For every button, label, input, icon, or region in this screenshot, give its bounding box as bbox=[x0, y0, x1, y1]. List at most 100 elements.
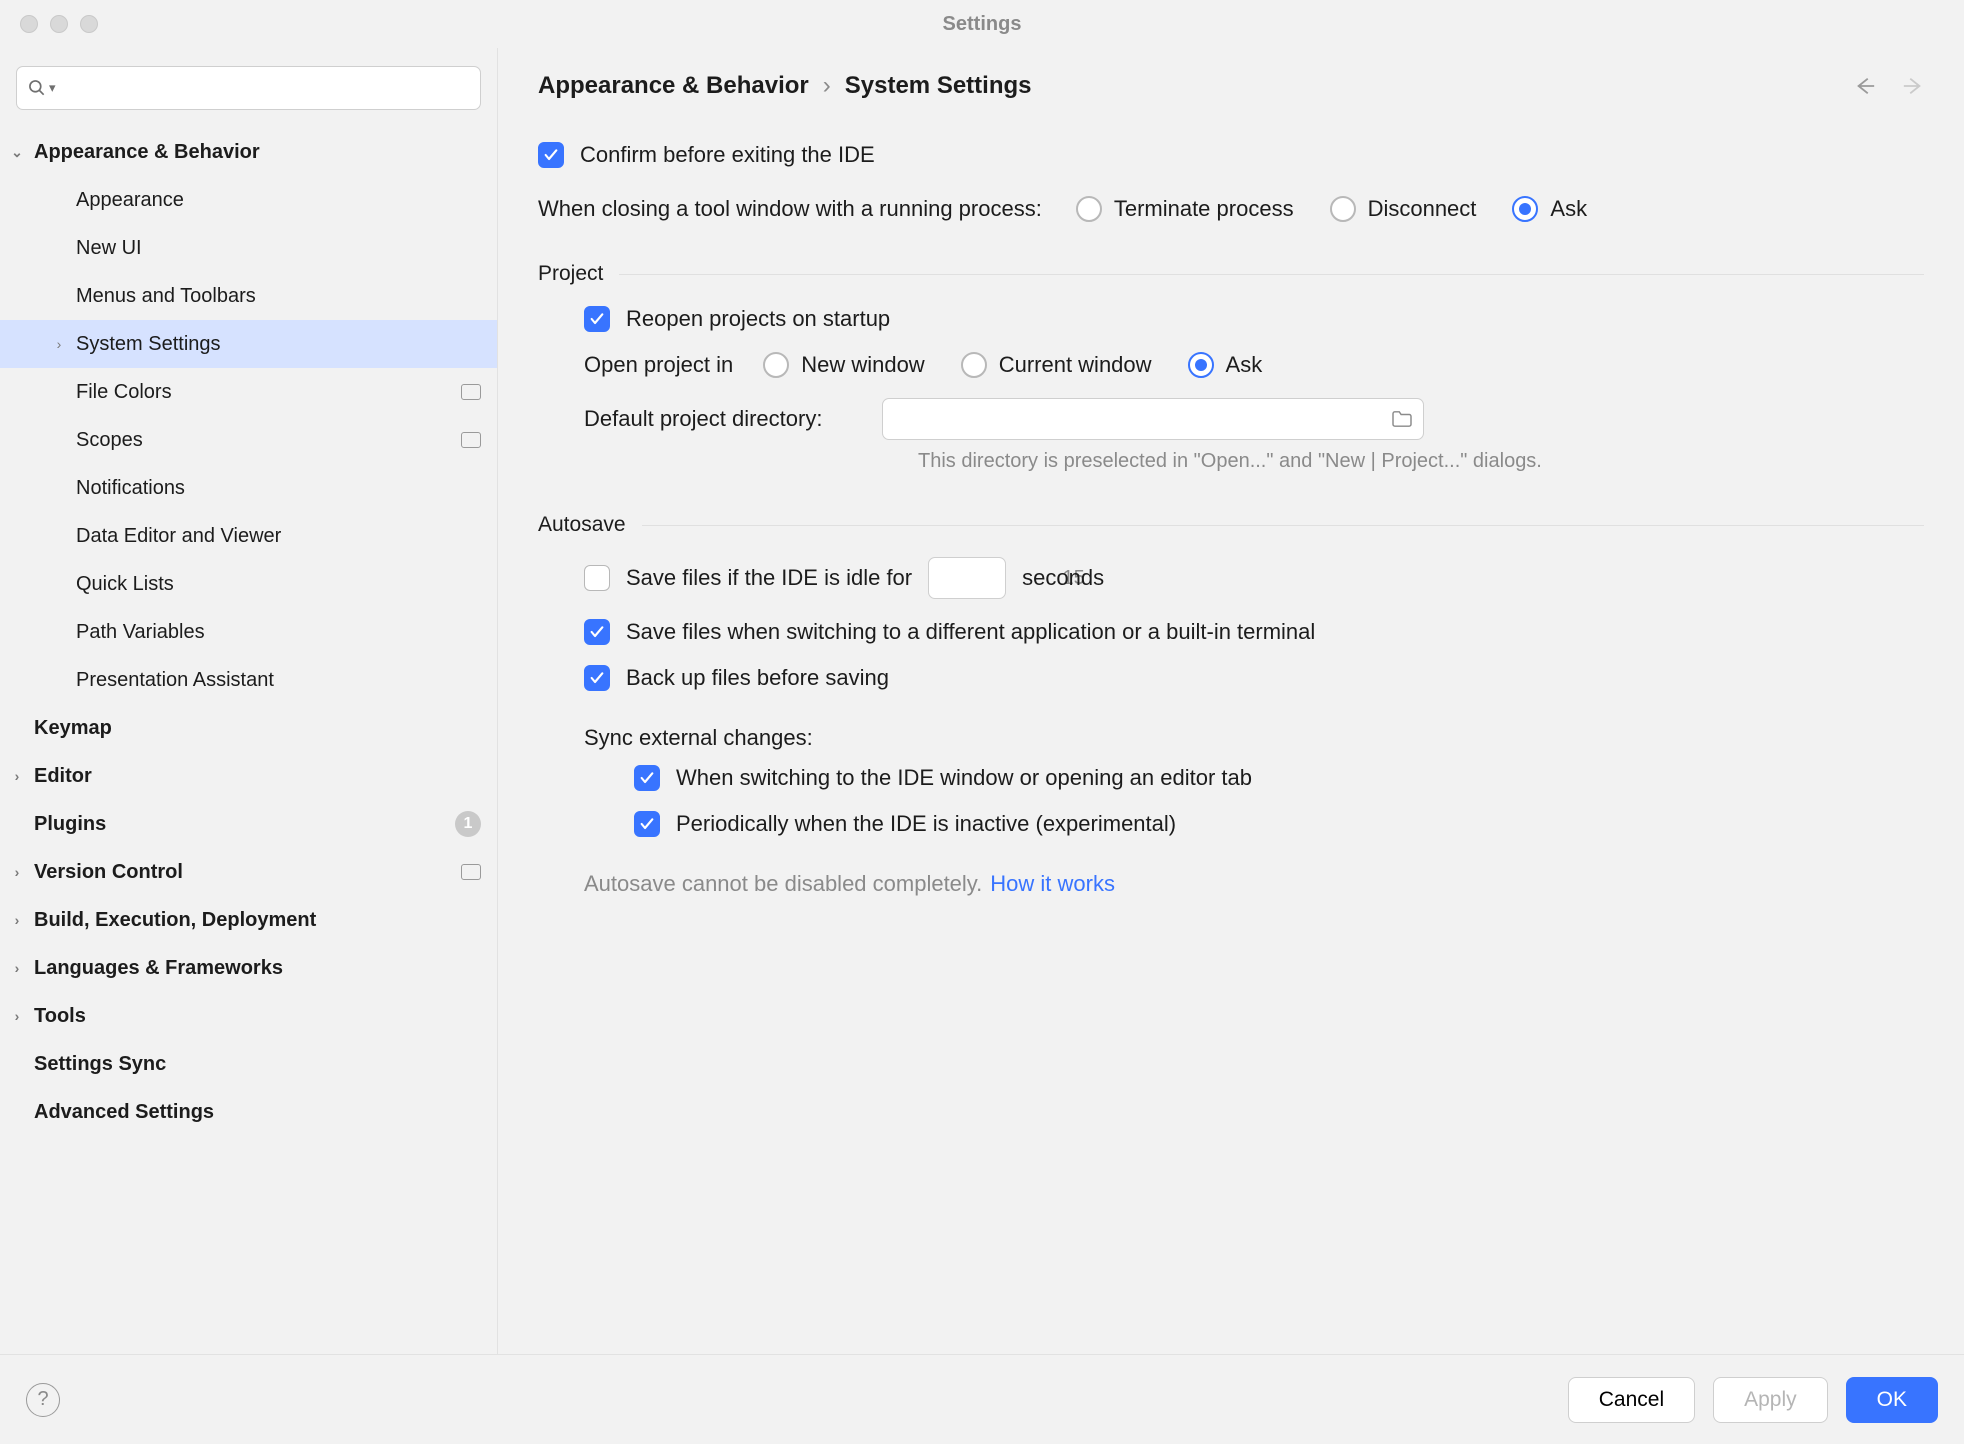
radio-label: Terminate process bbox=[1114, 196, 1294, 222]
search-history-caret-icon[interactable]: ▾ bbox=[49, 80, 56, 96]
radio-icon bbox=[1188, 352, 1214, 378]
window-close-button[interactable] bbox=[20, 15, 38, 33]
confirm-exit-checkbox[interactable] bbox=[538, 142, 564, 168]
tree-item-label: Build, Execution, Deployment bbox=[34, 909, 316, 932]
tree-item-label: Quick Lists bbox=[76, 573, 174, 596]
ok-button[interactable]: OK bbox=[1846, 1377, 1938, 1423]
radio-disconnect[interactable]: Disconnect bbox=[1330, 196, 1477, 222]
tree-item[interactable]: Advanced Settings bbox=[0, 1088, 497, 1136]
save-on-switch-app-checkbox[interactable] bbox=[584, 619, 610, 645]
tree-item[interactable]: New UI bbox=[0, 224, 497, 272]
sidebar: ▾ ⌄Appearance & Behavior Appearance New UI… bbox=[0, 48, 498, 1354]
tree-item[interactable]: Plugins1 bbox=[0, 800, 497, 848]
breadcrumb-nav bbox=[1854, 75, 1924, 97]
nav-forward-button[interactable] bbox=[1902, 75, 1924, 97]
sync-on-switch-checkbox[interactable] bbox=[634, 765, 660, 791]
tree-item[interactable]: ›Languages & Frameworks bbox=[0, 944, 497, 992]
tree-item[interactable]: Scopes bbox=[0, 416, 497, 464]
sync-on-switch-label: When switching to the IDE window or open… bbox=[676, 765, 1252, 791]
tree-item[interactable]: ›Editor bbox=[0, 752, 497, 800]
window-minimize-button[interactable] bbox=[50, 15, 68, 33]
tree-item-label: Version Control bbox=[34, 861, 183, 884]
tree-item-label: Data Editor and Viewer bbox=[76, 525, 281, 548]
tree-item[interactable]: › Tools bbox=[0, 992, 497, 1040]
tree-item[interactable]: Appearance bbox=[0, 176, 497, 224]
backup-before-save-checkbox[interactable] bbox=[584, 665, 610, 691]
tree-item[interactable]: Data Editor and Viewer bbox=[0, 512, 497, 560]
tree-item[interactable]: Settings Sync bbox=[0, 1040, 497, 1088]
tree-item-label: Tools bbox=[34, 1005, 86, 1028]
radio-label: Ask bbox=[1550, 196, 1587, 222]
radio-icon bbox=[961, 352, 987, 378]
window-title: Settings bbox=[0, 13, 1964, 36]
radio-icon bbox=[763, 352, 789, 378]
section-autosave: Autosave bbox=[538, 513, 1924, 537]
tree-item-label: Path Variables bbox=[76, 621, 205, 644]
idle-seconds-input[interactable] bbox=[928, 557, 1006, 599]
breadcrumb-separator-icon: › bbox=[823, 72, 831, 100]
autosave-note: Autosave cannot be disabled completely. bbox=[584, 871, 982, 897]
tree-item[interactable]: Notifications bbox=[0, 464, 497, 512]
radio-open-ask[interactable]: Ask bbox=[1188, 352, 1263, 378]
tree-item[interactable]: › Version Control bbox=[0, 848, 497, 896]
tree-item-label: Menus and Toolbars bbox=[76, 285, 256, 308]
tree-item[interactable]: Presentation Assistant bbox=[0, 656, 497, 704]
browse-folder-icon[interactable] bbox=[1391, 410, 1413, 428]
chevron-right-icon: › bbox=[8, 864, 26, 880]
tree-item-label: Settings Sync bbox=[34, 1053, 166, 1076]
main-panel: Appearance & Behavior › System Settings … bbox=[498, 48, 1964, 1354]
apply-button[interactable]: Apply bbox=[1713, 1377, 1828, 1423]
settings-window: Settings ▾ ⌄Appearance & BehaviorAppeara… bbox=[0, 0, 1964, 1444]
tree-item-label: Scopes bbox=[76, 429, 143, 452]
open-project-in-label: Open project in bbox=[584, 352, 733, 378]
radio-icon bbox=[1330, 196, 1356, 222]
window-zoom-button[interactable] bbox=[80, 15, 98, 33]
tree-item[interactable]: Menus and Toolbars bbox=[0, 272, 497, 320]
tree-item-label: Notifications bbox=[76, 477, 185, 500]
radio-icon bbox=[1512, 196, 1538, 222]
backup-before-save-label: Back up files before saving bbox=[626, 665, 889, 691]
save-on-idle-checkbox[interactable] bbox=[584, 565, 610, 591]
search-field[interactable] bbox=[60, 76, 470, 101]
cancel-button[interactable]: Cancel bbox=[1568, 1377, 1695, 1423]
tree-item[interactable]: File Colors bbox=[0, 368, 497, 416]
autosave-how-it-works-link[interactable]: How it works bbox=[990, 871, 1115, 897]
tree-item[interactable]: Quick Lists bbox=[0, 560, 497, 608]
save-on-idle-label-after: seconds bbox=[1022, 565, 1104, 591]
tree-item[interactable]: Path Variables bbox=[0, 608, 497, 656]
window-controls bbox=[20, 15, 98, 33]
tree-item[interactable]: ›System Settings bbox=[0, 320, 497, 368]
tree-item-label: Plugins bbox=[34, 813, 106, 836]
chevron-right-icon: › bbox=[8, 768, 26, 784]
section-project: Project bbox=[538, 262, 1924, 286]
radio-new-window[interactable]: New window bbox=[763, 352, 925, 378]
reopen-projects-checkbox[interactable] bbox=[584, 306, 610, 332]
chevron-right-icon: › bbox=[8, 1008, 26, 1024]
default-project-dir-input[interactable] bbox=[882, 398, 1424, 440]
search-input[interactable]: ▾ bbox=[16, 66, 481, 110]
default-project-dir-field[interactable] bbox=[893, 407, 1383, 432]
sync-periodic-checkbox[interactable] bbox=[634, 811, 660, 837]
tree-item-label: Keymap bbox=[34, 717, 112, 740]
tree-item[interactable]: ›Build, Execution, Deployment bbox=[0, 896, 497, 944]
settings-tree: ⌄Appearance & Behavior Appearance New UI Me… bbox=[0, 124, 497, 1354]
section-title: Project bbox=[538, 262, 603, 286]
tree-item-label: Appearance bbox=[76, 189, 184, 212]
help-button[interactable]: ? bbox=[26, 1383, 60, 1417]
titlebar: Settings bbox=[0, 0, 1964, 48]
scope-indicator-icon bbox=[461, 432, 481, 448]
radio-current-window[interactable]: Current window bbox=[961, 352, 1152, 378]
nav-back-button[interactable] bbox=[1854, 75, 1876, 97]
body: ▾ ⌄Appearance & Behavior Appearance New UI… bbox=[0, 48, 1964, 1354]
sync-periodic-label: Periodically when the IDE is inactive (e… bbox=[676, 811, 1176, 837]
tool-window-close-label: When closing a tool window with a runnin… bbox=[538, 196, 1042, 222]
radio-terminate-process[interactable]: Terminate process bbox=[1076, 196, 1294, 222]
breadcrumb-parent[interactable]: Appearance & Behavior bbox=[538, 72, 809, 100]
tree-item[interactable]: Keymap bbox=[0, 704, 497, 752]
sync-external-label: Sync external changes: bbox=[584, 725, 813, 751]
tree-item-label: Advanced Settings bbox=[34, 1101, 214, 1124]
tree-item[interactable]: ⌄Appearance & Behavior bbox=[0, 128, 497, 176]
radio-ask[interactable]: Ask bbox=[1512, 196, 1587, 222]
scope-indicator-icon bbox=[461, 384, 481, 400]
tree-item-label: Presentation Assistant bbox=[76, 669, 274, 692]
